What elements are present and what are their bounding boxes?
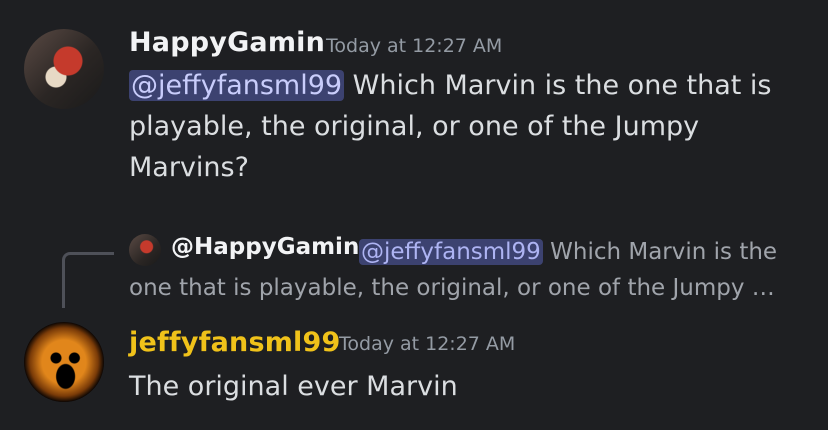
username[interactable]: jeffyfansml99: [129, 327, 340, 358]
user-mention[interactable]: @jeffyfansml99: [129, 70, 345, 101]
timestamp: Today at 12:27 AM: [326, 35, 503, 57]
username[interactable]: HappyGamin: [129, 27, 325, 58]
reply-mention: @jeffyfansml99: [359, 239, 543, 265]
avatar[interactable]: [24, 322, 104, 402]
reply-preview[interactable]: @jeffyfansml99 Which Marvin is the one t…: [129, 234, 809, 306]
message-text: The original ever Marvin: [129, 371, 458, 402]
message-content: @jeffyfansml99 Which Marvin is the one t…: [129, 65, 809, 188]
message-2: jeffyfansml99 Today at 12:27 AM The orig…: [0, 300, 828, 430]
message-1: HappyGamin Today at 12:27 AM @jeffyfansm…: [0, 0, 828, 200]
timestamp: Today at 12:27 AM: [339, 333, 516, 355]
message-content: The original ever Marvin: [129, 366, 809, 407]
avatar[interactable]: [24, 29, 104, 109]
